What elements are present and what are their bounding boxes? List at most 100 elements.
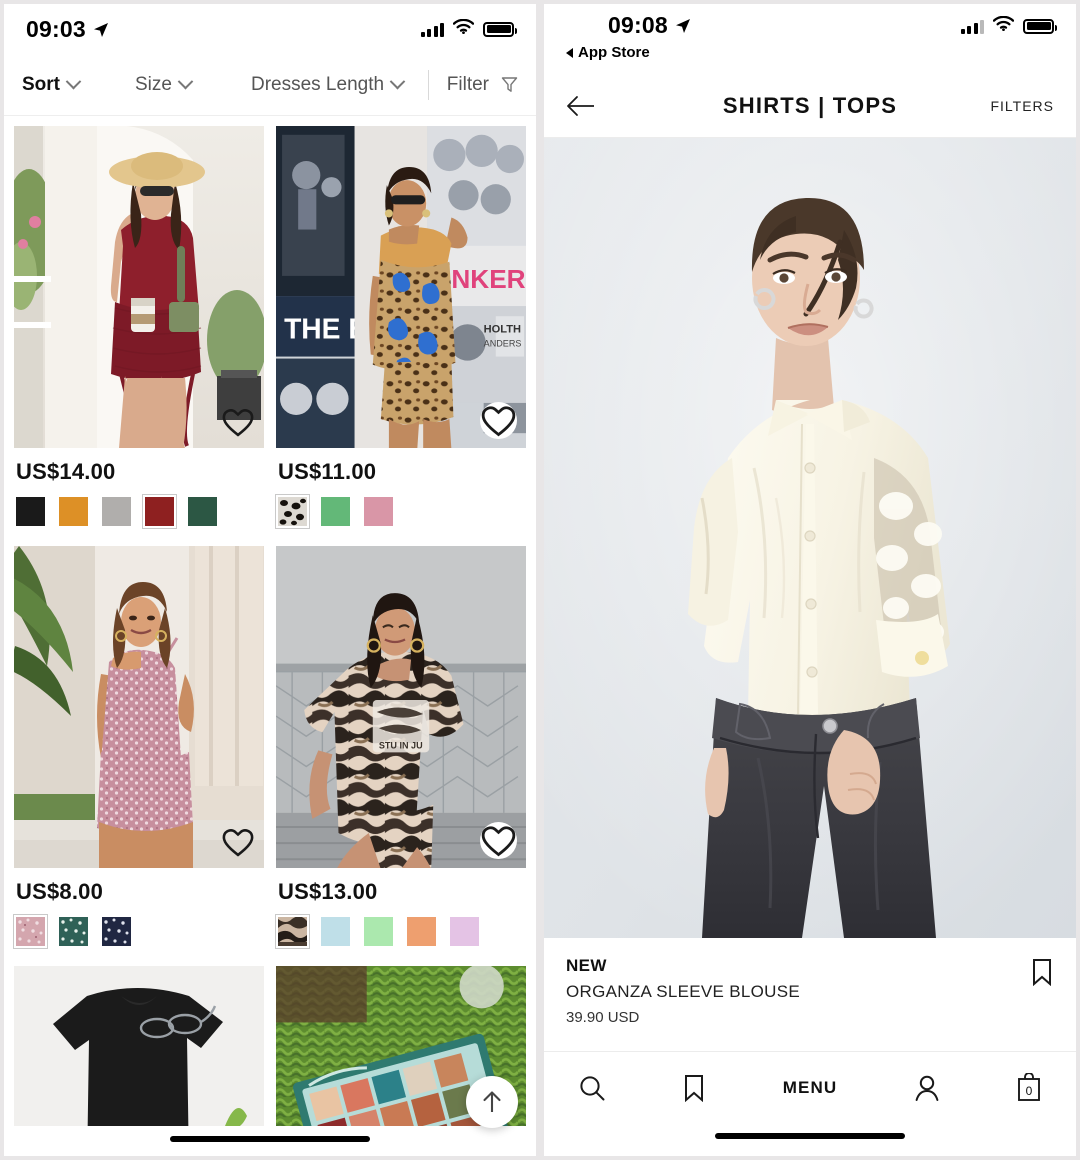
search-icon [580, 1076, 605, 1101]
home-indicator [170, 1136, 370, 1142]
leopard-pattern-swatch [278, 497, 307, 526]
status-right-group [420, 18, 517, 39]
tab-search[interactable] [578, 1068, 606, 1108]
heart-outline-icon [222, 409, 254, 437]
color-swatch[interactable] [321, 917, 350, 946]
navy-ditsy-swatch [102, 917, 131, 946]
product-price: 39.90 USD [566, 1009, 640, 1026]
color-swatch[interactable] [59, 917, 88, 946]
color-swatch-selected[interactable] [12, 913, 49, 950]
color-swatches [274, 905, 526, 966]
page-header: SHIRTS | TOPS FILTERS [544, 74, 1076, 138]
location-arrow-icon [93, 22, 109, 38]
product-price: US$14.00 [16, 459, 116, 484]
battery-full-icon [1023, 18, 1057, 34]
color-swatch-selected[interactable] [141, 493, 178, 530]
dresses-length-label: Dresses Length [250, 73, 385, 95]
tab-account[interactable] [914, 1068, 940, 1108]
home-indicator [715, 1133, 905, 1139]
color-swatch[interactable] [407, 917, 436, 946]
product-card[interactable]: THE BE NKER HOLTH ANDERS US$11.00 [274, 126, 526, 546]
favorite-button[interactable] [480, 822, 517, 859]
dresses-length-dropdown[interactable]: Dresses Length [250, 73, 406, 96]
product-price: US$13.00 [278, 879, 378, 904]
favorite-button[interactable] [221, 405, 255, 439]
tab-menu-label: MENU [782, 1078, 838, 1097]
product-price: US$8.00 [16, 879, 104, 904]
color-swatches [12, 905, 264, 966]
hero-product-image[interactable] [544, 138, 1076, 938]
color-swatch-selected[interactable] [274, 913, 311, 950]
scroll-to-top-button[interactable] [466, 1076, 518, 1128]
filter-button[interactable]: Filter [427, 69, 518, 100]
chevron-down-icon [389, 73, 406, 90]
status-right-group [960, 15, 1057, 36]
product-image[interactable]: STU IN JU [276, 546, 526, 868]
favorite-button[interactable] [221, 825, 255, 859]
color-swatch[interactable] [59, 497, 88, 526]
back-to-app-store-button[interactable]: App Store [566, 44, 650, 61]
cellular-signal-icon [960, 19, 984, 34]
product-name: ORGANZA SLEEVE BLOUSE [566, 982, 800, 1001]
tab-bag[interactable]: 0 [1016, 1068, 1042, 1108]
cellular-signal-icon [420, 22, 444, 37]
color-swatch[interactable] [364, 497, 393, 526]
bottom-tab-bar: MENU 0 [544, 1051, 1076, 1156]
svg-text:STU IN JU: STU IN JU [379, 740, 423, 750]
teal-ditsy-swatch [59, 917, 88, 946]
wifi-icon [992, 15, 1015, 36]
tab-wishlist[interactable] [682, 1068, 706, 1108]
bookmark-outline-icon [1033, 959, 1051, 987]
color-swatch[interactable] [102, 917, 131, 946]
right-phone-screen: 09:08 App Store SHIRTS | TOPS FILTERS NE… [544, 4, 1076, 1156]
status-time: 09:08 [608, 12, 668, 38]
left-phone-screen: 09:03 Sort Size Dresses Length Filter US… [4, 4, 536, 1156]
arrow-left-icon [567, 95, 594, 116]
product-image[interactable] [14, 126, 264, 448]
right-status-bar: 09:08 App Store [544, 4, 1076, 74]
color-swatches [274, 485, 526, 546]
status-left-group: 09:03 [26, 16, 109, 43]
color-swatch[interactable] [450, 917, 479, 946]
favorite-button[interactable] [480, 402, 517, 439]
heart-outline-icon [481, 826, 516, 857]
battery-full-icon [483, 21, 517, 37]
product-card[interactable]: US$8.00 [12, 546, 264, 966]
funnel-icon [501, 76, 518, 93]
product-image[interactable]: THE BE NKER HOLTH ANDERS [276, 126, 526, 448]
back-button[interactable] [566, 95, 596, 117]
product-card[interactable] [14, 966, 264, 1126]
color-swatch[interactable] [102, 497, 131, 526]
sort-dropdown[interactable]: Sort [22, 73, 82, 96]
filter-label: Filter [446, 73, 489, 95]
product-image[interactable] [14, 966, 264, 1126]
size-dropdown[interactable]: Size [135, 73, 194, 96]
pink-ditsy-swatch [16, 917, 45, 946]
heart-outline-icon [481, 406, 516, 437]
color-swatch[interactable] [364, 917, 393, 946]
product-info: NEW ORGANZA SLEEVE BLOUSE 39.90 USD [544, 938, 1076, 1040]
product-card[interactable]: US$14.00 [14, 126, 264, 546]
product-badge: NEW [566, 956, 607, 975]
sort-label: Sort [22, 73, 60, 95]
heart-outline-icon [222, 829, 254, 857]
product-grid: US$14.00 THE BE NKER HOLTH ANDERS US$11.… [4, 116, 536, 966]
tie-dye-swatch [278, 916, 307, 946]
bag-count: 0 [1025, 1084, 1033, 1098]
chevron-down-icon [65, 73, 82, 90]
color-swatches [14, 485, 264, 546]
status-left-group: 09:08 [608, 12, 691, 39]
tab-menu[interactable]: MENU [783, 1068, 837, 1108]
product-image[interactable] [14, 546, 264, 868]
product-card[interactable]: STU IN JU US$13.00 [274, 546, 526, 966]
triangle-left-icon [566, 47, 573, 58]
user-icon [915, 1075, 938, 1101]
color-swatch[interactable] [321, 497, 350, 526]
color-swatch-selected[interactable] [274, 493, 311, 530]
chevron-down-icon [177, 73, 194, 90]
color-swatch[interactable] [188, 497, 217, 526]
bookmark-button[interactable] [1030, 958, 1054, 987]
filters-button[interactable]: FILTERS [990, 98, 1054, 114]
color-swatch[interactable] [16, 497, 45, 526]
filter-bar: Sort Size Dresses Length Filter [4, 54, 536, 116]
